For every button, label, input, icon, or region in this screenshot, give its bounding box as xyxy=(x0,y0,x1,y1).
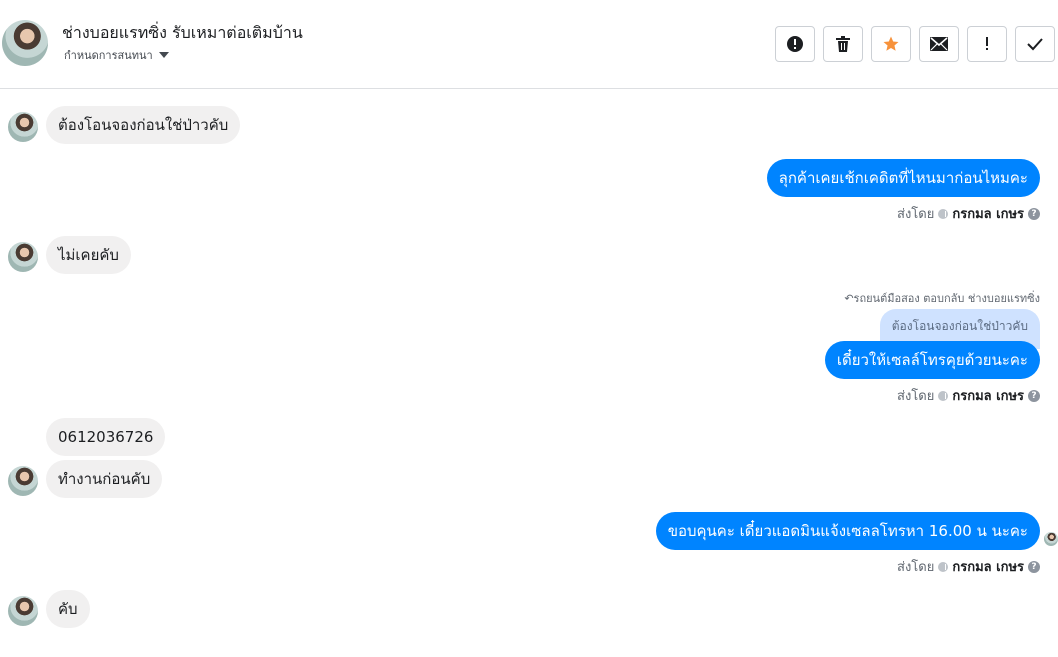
contact-avatar-small[interactable] xyxy=(8,242,38,272)
sent-by-line: ส่งโดย กรกมล เกษร ? xyxy=(897,203,1040,224)
contact-avatar[interactable] xyxy=(2,20,48,66)
incoming-message[interactable]: ต้องโอนจองก่อนใช่ป่าวคับ xyxy=(46,106,241,144)
star-button[interactable] xyxy=(871,26,911,62)
seen-indicator-avatar xyxy=(1044,532,1058,546)
reply-meta-text: รถยนต์มือสอง ตอบกลับ ช่างบอยแรทซิ่ง xyxy=(853,292,1040,305)
reply-meta: ↶รถยนต์มือสอง ตอบกลับ ช่างบอยแรทซิ่ง xyxy=(844,289,1040,307)
follow-up-button[interactable] xyxy=(967,26,1007,62)
caret-down-icon xyxy=(158,52,169,58)
trash-icon xyxy=(836,36,850,52)
agent-badge-icon xyxy=(938,390,949,401)
incoming-message[interactable]: ทำงานก่อนคับ xyxy=(46,460,163,498)
outgoing-message[interactable]: ขอบคุนคะ เดี๋ยวแอดมินแจ้งเซลลโทรหา 16.00… xyxy=(655,512,1040,550)
agent-badge-icon xyxy=(938,208,949,219)
help-icon[interactable]: ? xyxy=(1028,560,1040,573)
conversation-header: ช่างบอยแรทซิ่ง รับเหมาต่อเติมบ้าน กำหนดก… xyxy=(0,0,1058,89)
contact-avatar-small[interactable] xyxy=(8,596,38,626)
sent-by-label: ส่งโดย xyxy=(897,207,935,222)
spam-button[interactable] xyxy=(775,26,815,62)
help-icon[interactable]: ? xyxy=(1028,207,1040,220)
conversation-status-label: กำหนดการสนทนา xyxy=(64,49,153,62)
envelope-icon xyxy=(930,37,948,51)
done-button[interactable] xyxy=(1015,26,1055,62)
sent-by-line: ส่งโดย กรกมล เกษร ? xyxy=(897,556,1040,577)
contact-avatar-small[interactable] xyxy=(8,112,38,142)
sent-by-label: ส่งโดย xyxy=(897,389,935,404)
sender-name[interactable]: กรกมล เกษร xyxy=(952,556,1024,577)
star-icon xyxy=(883,36,899,51)
incoming-message[interactable]: คับ xyxy=(46,590,90,628)
contact-avatar-small[interactable] xyxy=(8,466,38,496)
delete-button[interactable] xyxy=(823,26,863,62)
agent-badge-icon xyxy=(938,561,949,572)
contact-name[interactable]: ช่างบอยแรทซิ่ง รับเหมาต่อเติมบ้าน xyxy=(62,21,303,46)
outgoing-message[interactable]: ลุกค้าเคยเช้กเคดิตที่ไหนมาก่อนไหมคะ xyxy=(766,159,1040,197)
alert-circle-icon xyxy=(787,36,803,52)
help-icon[interactable]: ? xyxy=(1028,389,1040,402)
outgoing-message[interactable]: เดี๋ยวให้เซลล์โทรคุยด้วยนะคะ xyxy=(824,341,1040,379)
reply-arrow-icon: ↶ xyxy=(844,292,854,305)
exclamation-icon xyxy=(986,37,988,50)
incoming-message[interactable]: ไม่เคยคับ xyxy=(46,236,131,274)
incoming-message[interactable]: 0612036726 xyxy=(46,418,166,456)
sent-by-label: ส่งโดย xyxy=(897,560,935,575)
sender-name[interactable]: กรกมล เกษร xyxy=(952,385,1024,406)
sender-name[interactable]: กรกมล เกษร xyxy=(952,203,1024,224)
conversation-status-dropdown[interactable]: กำหนดการสนทนา xyxy=(64,46,169,64)
mark-unread-button[interactable] xyxy=(919,26,959,62)
check-icon xyxy=(1027,38,1043,51)
sent-by-line: ส่งโดย กรกมล เกษร ? xyxy=(897,385,1040,406)
